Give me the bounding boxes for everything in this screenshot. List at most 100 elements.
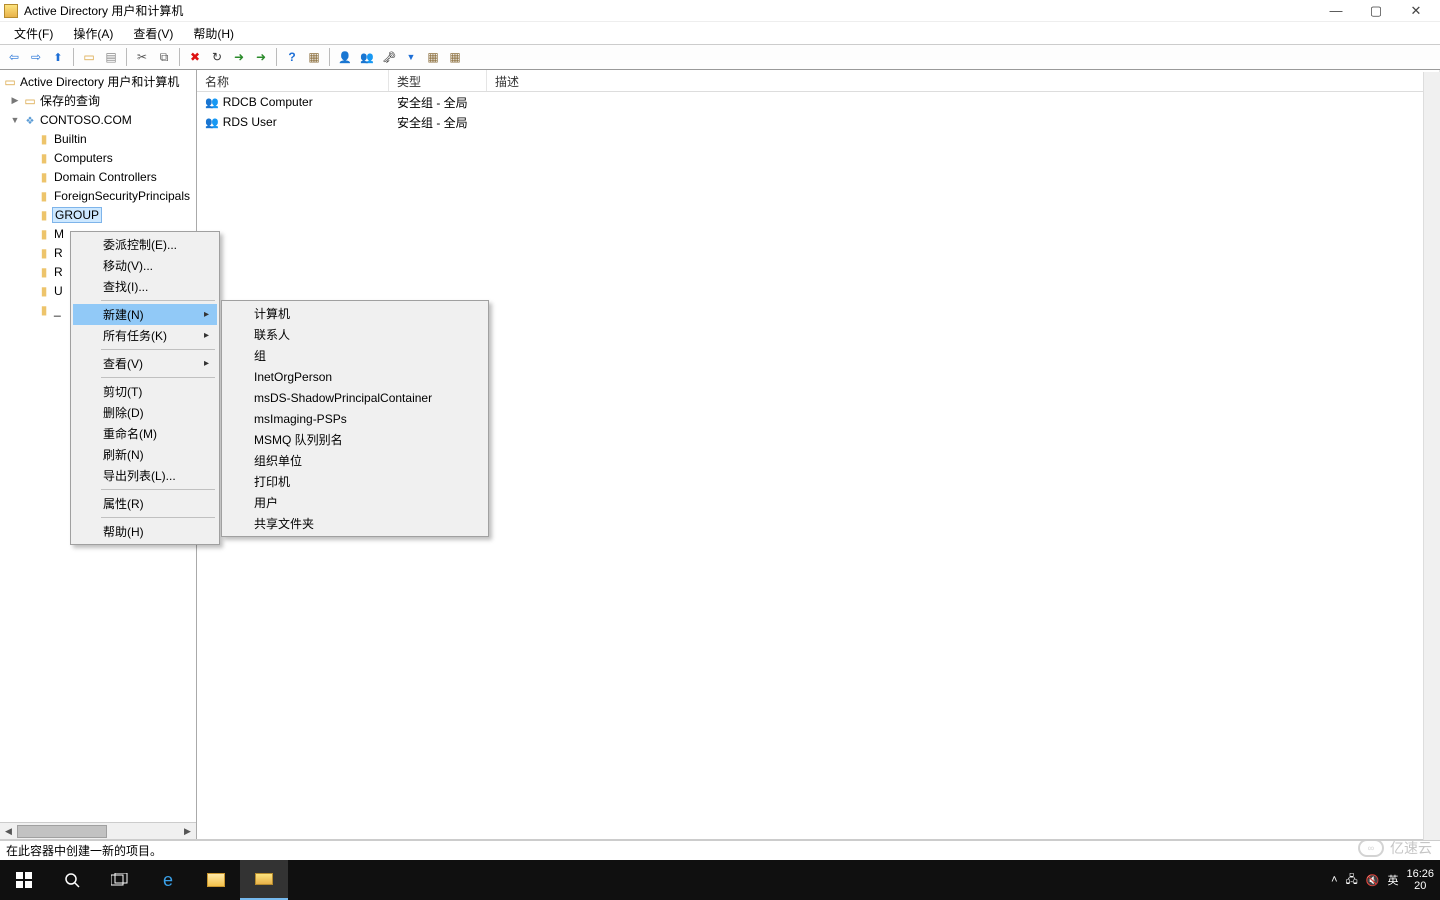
aduc-task-button[interactable] (240, 860, 288, 900)
tree-root[interactable]: Active Directory 用户和计算机 (0, 72, 196, 91)
minimize-button[interactable]: — (1316, 0, 1356, 22)
export-button[interactable] (229, 47, 249, 67)
ie-button[interactable]: e (144, 860, 192, 900)
ctx-new-computer[interactable]: 计算机 (224, 303, 486, 324)
scroll-left-icon[interactable]: ◀ (0, 824, 17, 839)
tray-overflow-icon[interactable]: ˄ (1331, 874, 1337, 886)
ctx-new-group[interactable]: 组 (224, 345, 486, 366)
tree-domain[interactable]: ▼ CONTOSO.COM (0, 110, 196, 129)
scroll-thumb[interactable] (17, 825, 107, 838)
find-button[interactable] (423, 47, 443, 67)
date-text: 20 (1406, 880, 1434, 892)
folder-icon (36, 265, 52, 279)
menu-view[interactable]: 查看(V) (125, 23, 181, 44)
close-button[interactable]: ✕ (1396, 0, 1436, 22)
tree-saved-queries[interactable]: ▶ 保存的查询 (0, 91, 196, 110)
start-button[interactable] (0, 860, 48, 900)
list-row[interactable]: RDCB Computer 安全组 - 全局 (197, 92, 1440, 112)
vertical-scrollbar[interactable] (1423, 72, 1440, 840)
task-view-button[interactable] (96, 860, 144, 900)
ctx-new-shared-folder[interactable]: 共享文件夹 (224, 513, 486, 534)
export2-button[interactable] (251, 47, 271, 67)
ctx-new-msds[interactable]: msDS-ShadowPrincipalContainer (224, 387, 486, 408)
network-icon[interactable]: 🖧 (1346, 871, 1358, 890)
ctx-new-printer[interactable]: 打印机 (224, 471, 486, 492)
ctx-new[interactable]: 新建(N) (73, 304, 217, 325)
domain-icon (22, 113, 38, 127)
refresh-button[interactable] (207, 47, 227, 67)
node-label: R (52, 246, 65, 260)
watermark: ∞ 亿速云 (1358, 838, 1432, 858)
explorer-button[interactable] (192, 860, 240, 900)
node-label: M (52, 227, 66, 241)
ctx-delegate[interactable]: 委派控制(E)... (73, 234, 217, 255)
ctx-export[interactable]: 导出列表(L)... (73, 465, 217, 486)
node-label: Computers (52, 151, 115, 165)
properties-button[interactable] (101, 47, 121, 67)
taskbar: e ˄ 🖧 🔇 英 16:26 20 (0, 860, 1440, 900)
ctx-help[interactable]: 帮助(H) (73, 521, 217, 542)
column-type[interactable]: 类型 (389, 70, 487, 91)
cell-type: 安全组 - 全局 (389, 94, 487, 111)
menu-help[interactable]: 帮助(H) (185, 23, 242, 44)
new-group-button[interactable] (357, 47, 377, 67)
saved-queries-label: 保存的查询 (38, 92, 102, 109)
scroll-right-icon[interactable]: ▶ (179, 824, 196, 839)
cut-button[interactable] (132, 47, 152, 67)
ctx-cut[interactable]: 剪切(T) (73, 381, 217, 402)
ctx-delete[interactable]: 删除(D) (73, 402, 217, 423)
tree-root-label: Active Directory 用户和计算机 (18, 73, 181, 90)
ime-indicator[interactable]: 英 (1387, 872, 1398, 888)
tree-node-builtin[interactable]: Builtin (0, 129, 196, 148)
show-hide-tree-button[interactable] (79, 47, 99, 67)
ctx-move[interactable]: 移动(V)... (73, 255, 217, 276)
list-header: 名称 类型 描述 (197, 70, 1440, 92)
ctx-separator (101, 377, 215, 378)
misc-button-2[interactable] (445, 47, 465, 67)
cell-name: RDCB Computer (197, 95, 389, 109)
ctx-new-contact[interactable]: 联系人 (224, 324, 486, 345)
ctx-new-user[interactable]: 用户 (224, 492, 486, 513)
expand-icon[interactable]: ▶ (8, 95, 22, 106)
ctx-new-ou[interactable]: 组织单位 (224, 450, 486, 471)
new-user-button[interactable] (335, 47, 355, 67)
ctx-separator (101, 349, 215, 350)
misc-button-1[interactable] (304, 47, 324, 67)
back-button[interactable] (4, 47, 24, 67)
copy-button[interactable] (154, 47, 174, 67)
list-row[interactable]: RDS User 安全组 - 全局 (197, 112, 1440, 132)
column-name[interactable]: 名称 (197, 70, 389, 91)
ctx-rename[interactable]: 重命名(M) (73, 423, 217, 444)
ctx-new-msmq[interactable]: MSMQ 队列别名 (224, 429, 486, 450)
new-ou-button[interactable] (379, 47, 399, 67)
collapse-icon[interactable]: ▼ (8, 115, 22, 125)
filter-button[interactable] (401, 47, 421, 67)
context-menu[interactable]: 委派控制(E)... 移动(V)... 查找(I)... 新建(N) 所有任务(… (70, 231, 220, 545)
ctx-refresh[interactable]: 刷新(N) (73, 444, 217, 465)
forward-button[interactable] (26, 47, 46, 67)
search-button[interactable] (48, 860, 96, 900)
menu-file[interactable]: 文件(F) (6, 23, 61, 44)
delete-button[interactable] (185, 47, 205, 67)
context-submenu-new[interactable]: 计算机 联系人 组 InetOrgPerson msDS-ShadowPrinc… (221, 300, 489, 537)
ctx-find[interactable]: 查找(I)... (73, 276, 217, 297)
tree-horizontal-scrollbar[interactable]: ◀ ▶ (0, 822, 196, 839)
ctx-new-inetorgperson[interactable]: InetOrgPerson (224, 366, 486, 387)
help-button[interactable] (282, 47, 302, 67)
clock[interactable]: 16:26 20 (1406, 868, 1434, 892)
ctx-properties[interactable]: 属性(R) (73, 493, 217, 514)
column-desc[interactable]: 描述 (487, 70, 1440, 91)
ctx-new-msimaging[interactable]: msImaging-PSPs (224, 408, 486, 429)
console-root-icon (2, 75, 18, 89)
tree-node-fsp[interactable]: ForeignSecurityPrincipals (0, 186, 196, 205)
tree-node-computers[interactable]: Computers (0, 148, 196, 167)
volume-icon[interactable]: 🔇 (1366, 874, 1380, 887)
tree-node-domain-controllers[interactable]: Domain Controllers (0, 167, 196, 186)
up-button[interactable] (48, 47, 68, 67)
ctx-view[interactable]: 查看(V) (73, 353, 217, 374)
ctx-all-tasks[interactable]: 所有任务(K) (73, 325, 217, 346)
menu-action[interactable]: 操作(A) (65, 23, 121, 44)
app-icon (255, 873, 273, 885)
tree-node-group[interactable]: GROUP (0, 205, 196, 224)
maximize-button[interactable]: ▢ (1356, 0, 1396, 22)
